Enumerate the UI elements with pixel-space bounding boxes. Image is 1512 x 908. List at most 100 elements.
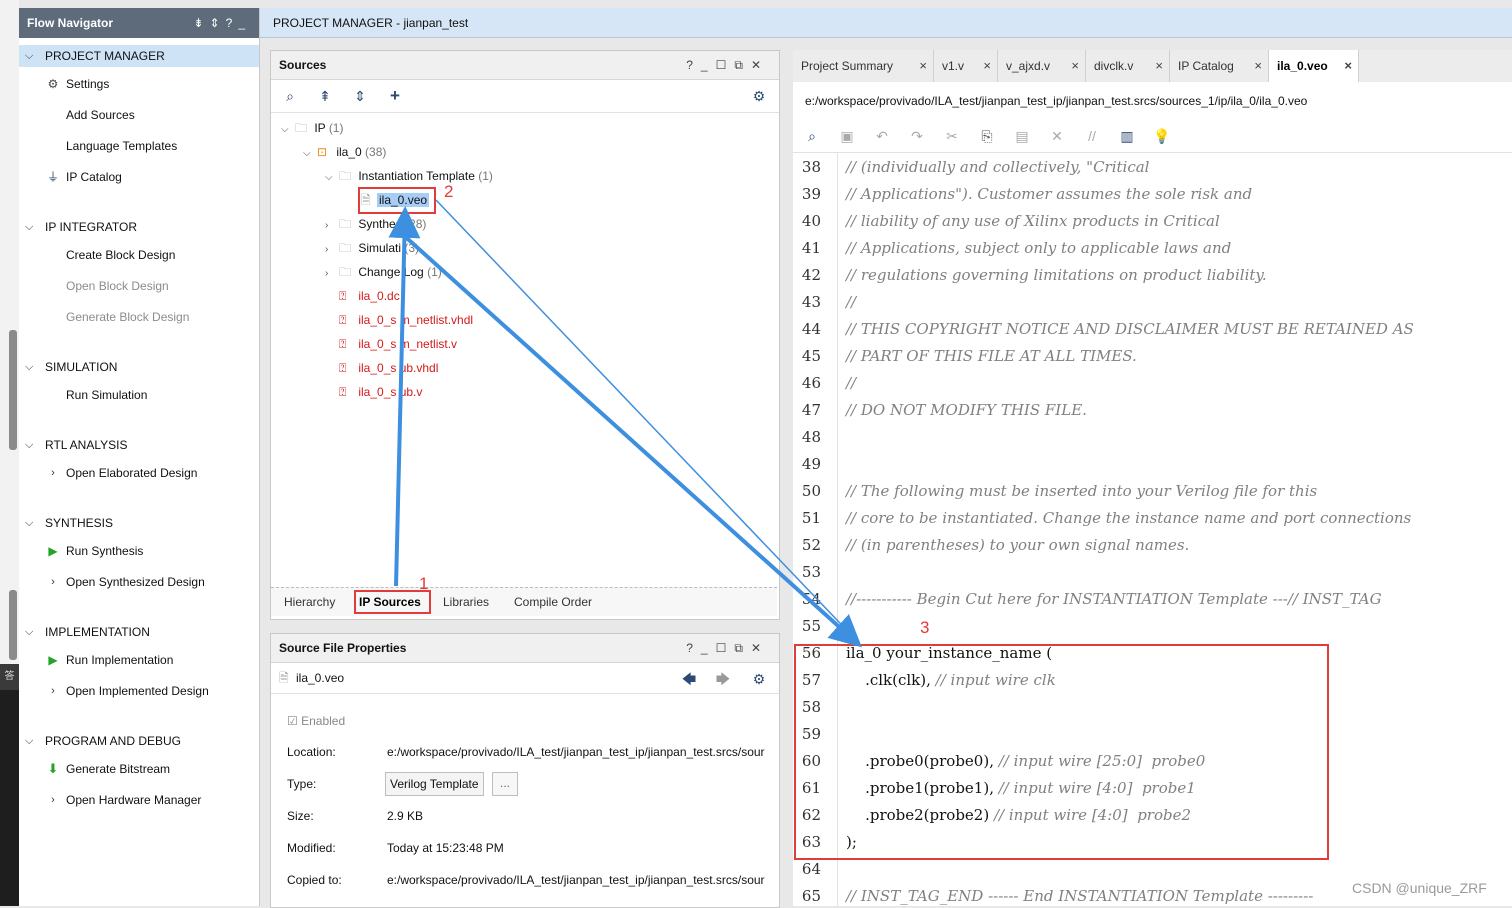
- line-number: 44: [801, 320, 821, 338]
- close-icon[interactable]: ×: [1071, 50, 1079, 82]
- nav-item-open-implemented-design[interactable]: › Open Implemented Design: [19, 681, 259, 701]
- float-icon[interactable]: ⧉: [734, 58, 751, 72]
- tree-node-ila-0-dcp[interactable]: ⍰ ila_0.dc: [339, 285, 400, 307]
- help-icon[interactable]: ?: [226, 16, 239, 30]
- nav-item-ip-catalog[interactable]: ⏚ IP Catalog: [19, 167, 259, 187]
- collapse-all-icon[interactable]: ⇟: [194, 16, 210, 30]
- help-icon[interactable]: ?: [686, 641, 701, 655]
- tab-compile-order[interactable]: Compile Order: [514, 592, 592, 612]
- nav-item-create-block-design[interactable]: Create Block Design: [19, 245, 259, 265]
- add-icon[interactable]: +: [385, 86, 405, 106]
- code-comment: // Applications, subject only to applica…: [846, 239, 1232, 257]
- close-icon[interactable]: ✕: [751, 641, 769, 655]
- strip-scrollbar[interactable]: [9, 330, 17, 450]
- tab-ila-0-veo[interactable]: ila_0.veo ×: [1269, 50, 1359, 82]
- gear-icon[interactable]: ⚙: [749, 86, 769, 106]
- enabled-checkbox[interactable]: ☑ Enabled: [287, 711, 345, 731]
- close-icon[interactable]: ✕: [751, 58, 769, 72]
- comment-icon[interactable]: //: [1082, 126, 1102, 146]
- search-icon[interactable]: ⌕: [280, 86, 300, 106]
- type-value-button[interactable]: Verilog Template: [385, 772, 484, 796]
- redo-icon[interactable]: ↷: [907, 126, 927, 146]
- line-number: 64: [801, 860, 821, 878]
- lightbulb-icon[interactable]: 💡: [1152, 126, 1172, 146]
- nav-item-language-templates[interactable]: Language Templates: [19, 136, 259, 156]
- close-icon[interactable]: ×: [983, 50, 991, 82]
- tree-node-ip[interactable]: ⌵ 🗀 IP (1): [281, 117, 343, 139]
- chevron-down-icon[interactable]: ⌵: [281, 119, 295, 141]
- tab-ip-catalog[interactable]: IP Catalog ×: [1170, 50, 1269, 82]
- tree-node-ila-0[interactable]: ⌵ ⊡ ila_0 (38): [303, 141, 386, 163]
- nav-item-open-synthesized-design[interactable]: › Open Synthesized Design: [19, 572, 259, 592]
- search-icon[interactable]: ⌕: [802, 126, 822, 146]
- nav-item-open-hardware-manager[interactable]: › Open Hardware Manager: [19, 790, 259, 810]
- forward-arrow-icon[interactable]: 🡆: [713, 669, 733, 689]
- checkbox-icon[interactable]: ☑: [287, 714, 298, 728]
- tree-node-synthesis[interactable]: › 🗀 Synthes (28): [325, 213, 426, 235]
- tree-node-instantiation-template[interactable]: ⌵ 🗀 Instantiation Template (1): [325, 165, 493, 187]
- nav-item-generate-bitstream[interactable]: ⬇ Generate Bitstream: [19, 759, 259, 779]
- nav-section-synthesis[interactable]: ⌵ SYNTHESIS: [19, 512, 259, 534]
- chevron-down-icon[interactable]: ⌵: [325, 167, 339, 189]
- sources-toolbar: ⌕ ⇞ ⇕ + ⚙: [271, 80, 779, 113]
- back-arrow-icon[interactable]: 🡄: [679, 669, 699, 689]
- maximize-icon[interactable]: ☐: [716, 641, 735, 655]
- tree-node-stub-v[interactable]: ⍰ ila_0_s ub.v: [339, 381, 422, 403]
- chevron-right-icon[interactable]: ›: [325, 263, 339, 285]
- close-icon[interactable]: ×: [1254, 50, 1262, 82]
- minimize-icon[interactable]: _: [701, 641, 716, 655]
- strip-scrollbar-lower[interactable]: [9, 590, 17, 660]
- save-icon[interactable]: ▣: [837, 126, 857, 146]
- tree-node-sim-netlist-v[interactable]: ⍰ ila_0_s m_netlist.v: [339, 333, 457, 355]
- tab-project-summary[interactable]: Project Summary ×: [793, 50, 934, 82]
- tab-libraries[interactable]: Libraries: [443, 592, 489, 612]
- copied-to-value: e:/workspace/provivado/ILA_test/jianpan_…: [387, 873, 765, 887]
- code-line: // liability of any use of Xilinx produc…: [846, 208, 1220, 235]
- nav-section-program-and-debug[interactable]: ⌵ PROGRAM AND DEBUG: [19, 730, 259, 752]
- nav-item-run-synthesis[interactable]: ▶ Run Synthesis: [19, 541, 259, 561]
- maximize-icon[interactable]: ☐: [716, 58, 735, 72]
- undo-icon[interactable]: ↶: [872, 126, 892, 146]
- gear-icon[interactable]: ⚙: [749, 669, 769, 689]
- cut-icon[interactable]: ✂: [942, 126, 962, 146]
- nav-item-run-simulation[interactable]: Run Simulation: [19, 385, 259, 405]
- tree-node-simulation[interactable]: › 🗀 Simulati (3): [325, 237, 419, 259]
- chevron-right-icon[interactable]: ›: [325, 215, 339, 237]
- properties-panel-header: Source File Properties ?_☐⧉✕: [271, 634, 779, 663]
- tree-node-sim-netlist-vhdl[interactable]: ⍰ ila_0_s m_netlist.vhdl: [339, 309, 473, 331]
- tab-hierarchy[interactable]: Hierarchy: [284, 592, 335, 612]
- minimize-icon[interactable]: _: [238, 16, 251, 30]
- nav-item-settings[interactable]: ⚙ Settings: [19, 74, 259, 94]
- expand-all-icon[interactable]: ⇕: [350, 86, 370, 106]
- type-more-button[interactable]: ...: [492, 772, 518, 796]
- close-icon[interactable]: ×: [919, 50, 927, 82]
- float-icon[interactable]: ⧉: [734, 641, 751, 655]
- nav-section-project-manager[interactable]: ⌵ PROJECT MANAGER: [19, 45, 259, 67]
- nav-section-rtl-analysis[interactable]: ⌵ RTL ANALYSIS: [19, 434, 259, 456]
- minimize-icon[interactable]: _: [701, 58, 716, 72]
- nav-section-implementation[interactable]: ⌵ IMPLEMENTATION: [19, 621, 259, 643]
- help-icon[interactable]: ?: [686, 58, 701, 72]
- nav-item-open-elaborated-design[interactable]: › Open Elaborated Design: [19, 463, 259, 483]
- delete-icon[interactable]: ✕: [1047, 126, 1067, 146]
- nav-item-run-implementation[interactable]: ▶ Run Implementation: [19, 650, 259, 670]
- tab-v-ajxd-v[interactable]: v_ajxd.v ×: [998, 50, 1086, 82]
- paste-icon[interactable]: ▤: [1012, 126, 1032, 146]
- close-icon[interactable]: ×: [1344, 50, 1352, 82]
- nav-section-simulation[interactable]: ⌵ SIMULATION: [19, 356, 259, 378]
- chevron-right-icon[interactable]: ›: [325, 239, 339, 261]
- tab-divclk-v[interactable]: divclk.v ×: [1086, 50, 1170, 82]
- close-icon[interactable]: ×: [1155, 50, 1163, 82]
- copy-icon[interactable]: ⎘: [977, 126, 997, 146]
- tab-v1-v[interactable]: v1.v ×: [934, 50, 998, 82]
- column-select-icon[interactable]: ▥: [1117, 126, 1137, 146]
- chevron-down-icon[interactable]: ⌵: [303, 143, 317, 165]
- tree-node-change-log[interactable]: › 🗀 Change Log (1): [325, 261, 442, 283]
- expand-icon[interactable]: ⇕: [210, 16, 226, 30]
- folder-icon: 🗀: [295, 121, 308, 135]
- tree-node-stub-vhdl[interactable]: ⍰ ila_0_s ub.vhdl: [339, 357, 438, 379]
- nav-item-add-sources[interactable]: Add Sources: [19, 105, 259, 125]
- collapse-all-icon[interactable]: ⇞: [315, 86, 335, 106]
- flow-navigator-controls[interactable]: ⇟⇕?_: [194, 8, 252, 38]
- nav-section-ip-integrator[interactable]: ⌵ IP INTEGRATOR: [19, 216, 259, 238]
